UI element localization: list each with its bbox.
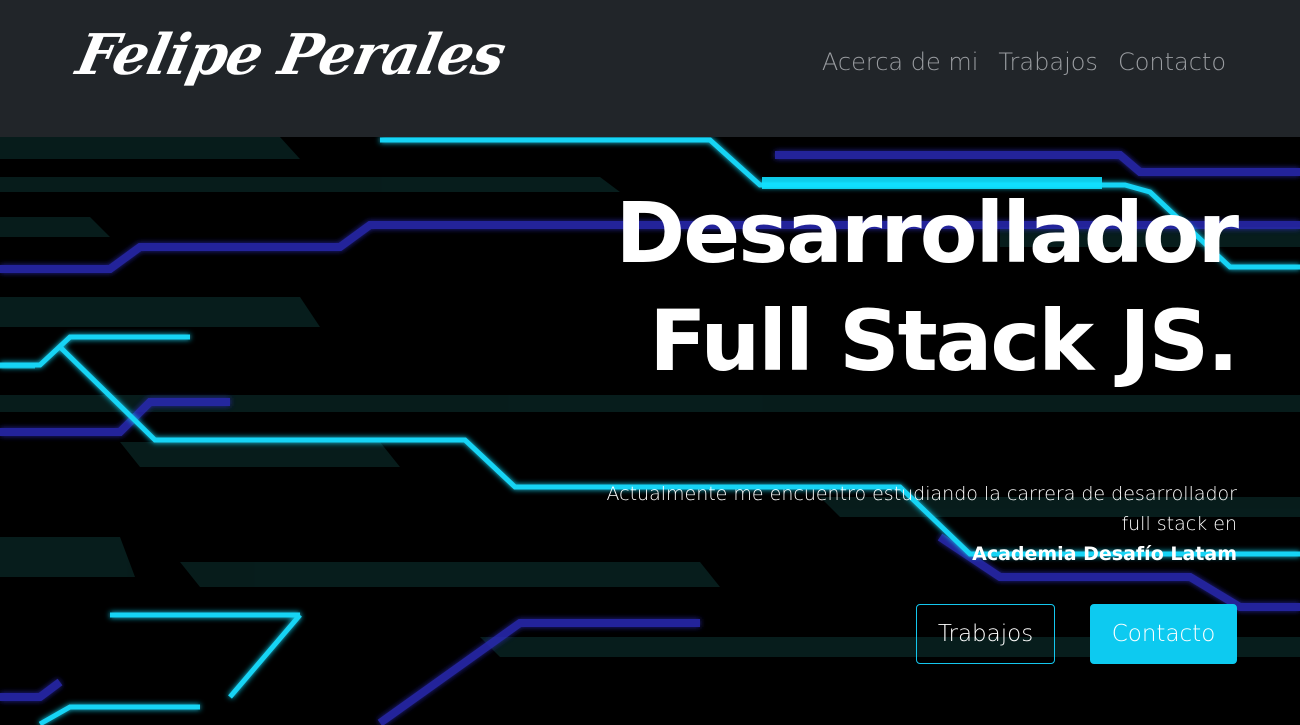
hero-title-line2: Full Stack JS. bbox=[649, 292, 1239, 390]
nav-link-contact[interactable]: Contacto bbox=[1118, 48, 1226, 76]
nav-link-about[interactable]: Acerca de mi bbox=[822, 48, 979, 76]
hero-description-text: Actualmente me encuentro estudiando la c… bbox=[606, 483, 1237, 535]
nav-link-works[interactable]: Trabajos bbox=[998, 48, 1098, 76]
contact-button[interactable]: Contacto bbox=[1090, 604, 1237, 664]
works-button[interactable]: Trabajos bbox=[916, 604, 1055, 664]
navbar: Felipe Perales Acerca de mi Trabajos Con… bbox=[0, 0, 1300, 137]
hero-buttons: Trabajos Contacto bbox=[916, 604, 1237, 664]
hero-title: Desarrollador Full Stack JS. bbox=[577, 179, 1239, 395]
hero-title-line1: Desarrollador bbox=[615, 184, 1239, 282]
hero-academy-name: Academia Desafío Latam bbox=[972, 543, 1237, 565]
hero-content: Desarrollador Full Stack JS. Actualmente… bbox=[577, 179, 1239, 588]
hero-description: Actualmente me encuentro estudiando la c… bbox=[577, 479, 1237, 569]
main-nav: Acerca de mi Trabajos Contacto bbox=[822, 48, 1226, 76]
brand-logo[interactable]: Felipe Perales bbox=[71, 22, 511, 88]
hero-section: Desarrollador Full Stack JS. Actualmente… bbox=[0, 137, 1300, 725]
